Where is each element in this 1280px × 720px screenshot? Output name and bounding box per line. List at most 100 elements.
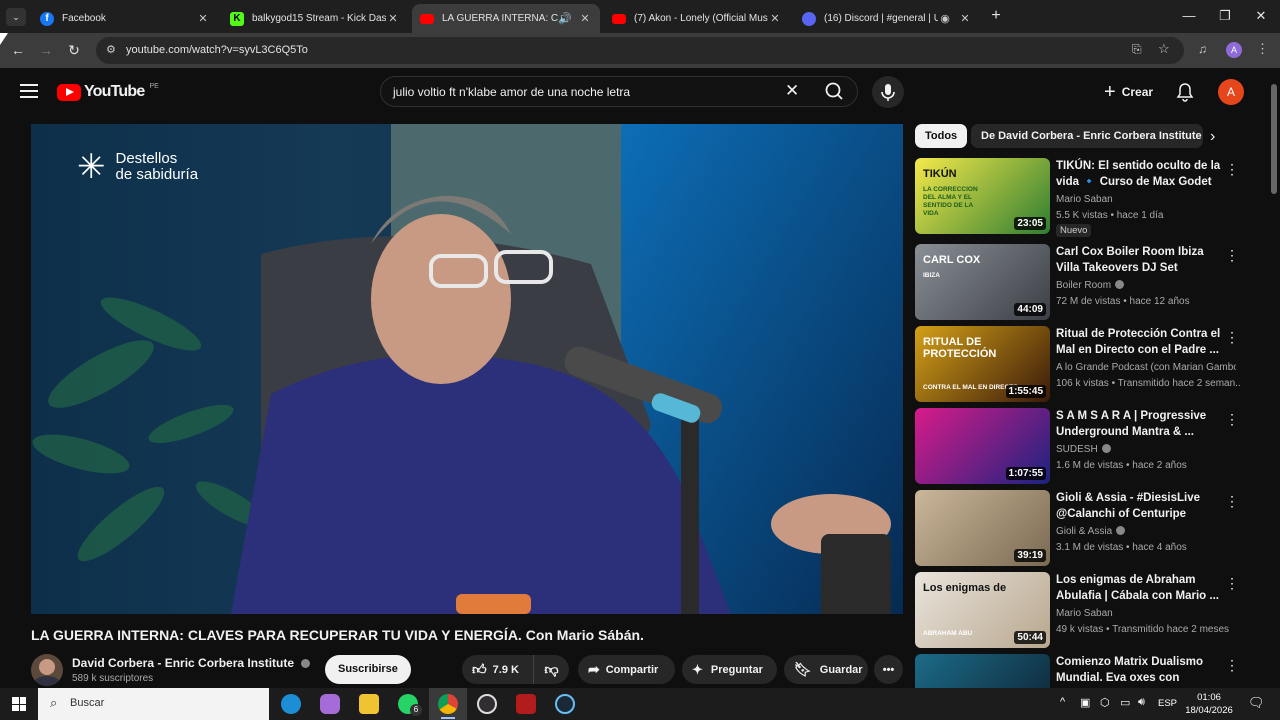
bluetooth-icon[interactable]: ⬡ xyxy=(1100,696,1110,709)
site-info-icon[interactable]: ⚙ xyxy=(106,43,116,56)
channel-avatar[interactable] xyxy=(31,654,63,686)
tab-search-dropdown-button[interactable]: ⌄ xyxy=(6,8,26,26)
recommendation-title[interactable]: Los enigmas de Abraham Abulafia | Cábala… xyxy=(1056,572,1226,604)
file-explorer-icon[interactable] xyxy=(359,694,379,714)
recommendation-title[interactable]: Ritual de Protección Contra el Mal en Di… xyxy=(1056,326,1226,358)
close-tab-icon[interactable]: ✕ xyxy=(196,12,210,25)
more-vertical-icon[interactable]: ⋮ xyxy=(1225,410,1239,428)
reload-button[interactable]: ↻ xyxy=(64,41,84,61)
video-thumbnail[interactable]: Los enigmas de ABRAHAM ABU 50:44 xyxy=(915,572,1050,648)
speaker-icon[interactable]: 🔊 xyxy=(558,12,572,25)
tab-akon[interactable]: (7) Akon - Lonely (Official Music ✕ xyxy=(604,4,790,33)
video-thumbnail[interactable]: 1:07:55 xyxy=(915,408,1050,484)
bookmark-star-icon[interactable]: ☆ xyxy=(1158,41,1170,57)
recommendation-title[interactable]: TIKÚN: El sentido oculto de la vida 🔹 Cu… xyxy=(1056,158,1226,190)
minimize-button[interactable]: — xyxy=(1174,6,1204,26)
back-button[interactable]: ← xyxy=(8,41,28,61)
recommendation-channel[interactable]: SUDESH xyxy=(1056,444,1236,455)
chip-channel[interactable]: De David Corbera - Enric Corbera Institu… xyxy=(971,124,1203,148)
whatsapp-icon[interactable]: 6 xyxy=(398,694,422,716)
video-thumbnail[interactable]: 39:19 xyxy=(915,490,1050,566)
show-hidden-icons-icon[interactable]: ^ xyxy=(1060,696,1065,708)
notifications-icon[interactable]: 🗨︎ xyxy=(1248,695,1265,711)
new-tab-button[interactable]: + xyxy=(986,6,1006,26)
recommendation-channel[interactable]: Boiler Room xyxy=(1056,280,1236,291)
close-tab-icon[interactable]: ✕ xyxy=(578,12,592,25)
steam-icon[interactable] xyxy=(555,694,575,714)
video-thumbnail[interactable]: RITUAL DE PROTECCIÓN CONTRA EL MAL EN DIR… xyxy=(915,326,1050,402)
recommendation-item[interactable]: RITUAL DE PROTECCIÓN CONTRA EL MAL EN DIR… xyxy=(915,326,1241,404)
system-clock[interactable]: 01:06 18/04/2026 xyxy=(1184,691,1234,717)
copilot-icon[interactable] xyxy=(320,694,340,714)
network-icon[interactable]: ▭ xyxy=(1120,696,1130,709)
like-button[interactable]: 👍︎ 7.9 K xyxy=(462,655,534,684)
video-thumbnail[interactable]: TIKÚN LA CORRECCIÓN DEL ALMA Y EL SENTIDO… xyxy=(915,158,1050,234)
dota-icon[interactable] xyxy=(516,694,536,714)
tab-facebook[interactable]: f Facebook ✕ xyxy=(32,4,218,33)
recommendation-channel[interactable]: A lo Grande Podcast (con Marian Gambo... xyxy=(1056,362,1236,373)
recommendation-item[interactable]: 1:07:55 S A M S A R A | Progressive Under… xyxy=(915,408,1240,486)
video-thumbnail[interactable]: CARL COX IBIZA 44:09 xyxy=(915,244,1050,320)
video-thumbnail[interactable] xyxy=(915,654,1050,688)
language-indicator[interactable]: ESP xyxy=(1158,698,1177,709)
ask-button[interactable]: ✦ Preguntar xyxy=(682,655,777,684)
close-tab-icon[interactable]: ✕ xyxy=(768,12,782,25)
volume-icon[interactable]: 🔊︎ xyxy=(1138,696,1145,709)
close-tab-icon[interactable]: ✕ xyxy=(958,12,972,25)
recommendation-title[interactable]: Gioli & Assia - #DiesisLive @Calanchi of… xyxy=(1056,490,1226,522)
more-vertical-icon[interactable]: ⋮ xyxy=(1225,574,1239,592)
address-bar[interactable]: ⚙ youtube.com/watch?v=syvL3C6Q5To ⎘ ☆ xyxy=(96,37,1184,64)
forward-button[interactable]: → xyxy=(36,41,56,61)
create-button[interactable]: + Crear xyxy=(1094,78,1163,106)
page-scrollbar[interactable] xyxy=(1270,80,1278,688)
browser-menu-icon[interactable]: ⋮ xyxy=(1256,41,1269,57)
more-actions-button[interactable]: ••• xyxy=(874,655,903,684)
recommendation-item[interactable]: Los enigmas de ABRAHAM ABU 50:44 Los enigma… xyxy=(915,572,1240,650)
video-player[interactable]: ✳ Destellos de sabiduría xyxy=(31,124,903,614)
tab-discord[interactable]: (16) Discord | #general | Ub ◉ ✕ xyxy=(794,4,980,33)
search-box[interactable]: julio voltio ft n'klabe amor de una noch… xyxy=(380,76,858,107)
more-vertical-icon[interactable]: ⋮ xyxy=(1225,656,1239,674)
search-button[interactable] xyxy=(812,76,858,107)
share-button[interactable]: ➦ Compartir xyxy=(578,655,675,684)
more-vertical-icon[interactable]: ⋮ xyxy=(1225,246,1239,264)
recommendation-item[interactable]: TIKÚN LA CORRECCIÓN DEL ALMA Y EL SENTIDO… xyxy=(915,158,1240,237)
account-avatar[interactable]: A xyxy=(1218,79,1244,105)
save-button[interactable]: 🔖︎ Guardar xyxy=(784,655,868,684)
recommendation-title[interactable]: S A M S A R A | Progressive Underground … xyxy=(1056,408,1226,440)
voice-search-button[interactable] xyxy=(872,76,904,108)
chevron-right-icon[interactable]: › xyxy=(1210,128,1215,146)
more-vertical-icon[interactable]: ⋮ xyxy=(1225,160,1239,178)
recommendation-channel[interactable]: Mario Saban xyxy=(1056,194,1236,205)
maximize-button[interactable]: ❐ xyxy=(1210,6,1240,26)
recommendation-item[interactable]: CARL COX IBIZA 44:09 Carl Cox Boiler Room I… xyxy=(915,244,1240,322)
subscribe-button[interactable]: Suscribirse xyxy=(325,655,411,684)
recommendation-item[interactable]: Comienzo Matrix Dualismo Mundial. Eva ox… xyxy=(915,654,1240,688)
close-tab-icon[interactable]: ✕ xyxy=(386,12,400,25)
obs-icon[interactable] xyxy=(477,694,497,714)
recommendation-channel[interactable]: Gioli & Assia xyxy=(1056,526,1236,537)
more-vertical-icon[interactable]: ⋮ xyxy=(1225,492,1239,510)
recommendation-title[interactable]: Comienzo Matrix Dualismo Mundial. Eva ox… xyxy=(1056,654,1226,686)
media-control-icon[interactable]: ♫ xyxy=(1198,42,1207,56)
dislike-button[interactable]: 👎︎ xyxy=(534,661,569,678)
recommendation-item[interactable]: 39:19 Gioli & Assia - #DiesisLive @Calanc… xyxy=(915,490,1240,568)
chip-all[interactable]: Todos xyxy=(915,124,968,148)
taskbar-search-box[interactable]: ⌕ Buscar xyxy=(38,688,269,720)
chrome-taskbar-item[interactable] xyxy=(429,688,467,720)
recommendation-channel[interactable]: Mario Saban xyxy=(1056,608,1236,619)
notifications-bell-icon[interactable] xyxy=(1176,82,1194,102)
edge-icon[interactable] xyxy=(281,694,301,714)
install-app-icon[interactable]: ⎘ xyxy=(1132,42,1142,57)
tab-youtube-active[interactable]: LA GUERRA INTERNA: CLAV 🔊 ✕ xyxy=(412,4,600,33)
scroll-thumb[interactable] xyxy=(1271,84,1277,194)
windows-start-icon[interactable] xyxy=(12,697,26,711)
tab-kick[interactable]: K balkygod15 Stream - Kick Dashb ✕ xyxy=(222,4,408,33)
taskbar-app-icon[interactable]: ▣ xyxy=(1080,696,1090,709)
recommendation-title[interactable]: Carl Cox Boiler Room Ibiza Villa Takeove… xyxy=(1056,244,1226,276)
hamburger-menu-icon[interactable] xyxy=(20,83,38,99)
channel-name[interactable]: David Corbera - Enric Corbera Institute xyxy=(72,656,311,670)
youtube-logo[interactable]: YouTube PE xyxy=(57,82,159,102)
more-vertical-icon[interactable]: ⋮ xyxy=(1225,328,1239,346)
search-input[interactable]: julio voltio ft n'klabe amor de una noch… xyxy=(393,85,630,99)
